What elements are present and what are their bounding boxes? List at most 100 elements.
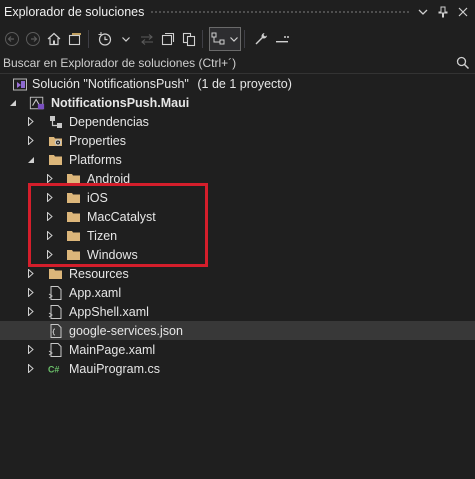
- home-icon: [47, 32, 61, 46]
- chevron-down-icon: [122, 36, 130, 42]
- close-button[interactable]: [455, 4, 471, 20]
- forward-button[interactable]: [24, 28, 42, 50]
- tree-item-label: MacCatalyst: [87, 209, 156, 224]
- toolbar: [0, 25, 475, 53]
- tree-row-android[interactable]: Android: [0, 169, 475, 188]
- show-all-files-button[interactable]: [180, 28, 198, 50]
- search-icon: [456, 56, 470, 70]
- tree-item-label: Resources: [69, 266, 129, 281]
- expand-arrow-collapsed-icon[interactable]: [26, 307, 36, 317]
- tree-row-solution[interactable]: Solución "NotificationsPush" (1 de 1 pro…: [0, 74, 475, 93]
- expand-arrow-collapsed-icon[interactable]: [26, 269, 36, 279]
- tree-item-label: google-services.json: [69, 323, 183, 338]
- search-input[interactable]: [0, 53, 453, 73]
- properties-button[interactable]: [252, 28, 270, 50]
- more-options-button[interactable]: [273, 28, 291, 50]
- expand-arrow-collapsed-icon[interactable]: [45, 250, 55, 260]
- xaml-file-icon: [48, 304, 64, 320]
- tree-row-platforms[interactable]: Platforms: [0, 150, 475, 169]
- tree-row-windows[interactable]: Windows: [0, 245, 475, 264]
- folder-icon: [66, 228, 82, 244]
- switch-views-button[interactable]: [66, 28, 84, 50]
- folder-icon: [66, 247, 82, 263]
- tree-row-appshell-xaml[interactable]: AppShell.xaml: [0, 302, 475, 321]
- tree-row-properties[interactable]: Properties: [0, 131, 475, 150]
- expand-arrow-collapsed-icon[interactable]: [26, 364, 36, 374]
- tree-item-label: Dependencias: [69, 114, 149, 129]
- tree-row-ios[interactable]: iOS: [0, 188, 475, 207]
- clock-icon: [98, 32, 112, 46]
- tree-item-label: Properties: [69, 133, 126, 148]
- home-button[interactable]: [45, 28, 63, 50]
- tree-row-app-xaml[interactable]: App.xaml: [0, 283, 475, 302]
- tree-row-resources[interactable]: Resources: [0, 264, 475, 283]
- expand-arrow-collapsed-icon[interactable]: [45, 231, 55, 241]
- preview-selected-items-button[interactable]: [209, 27, 241, 51]
- expand-arrow-collapsed-icon[interactable]: [45, 174, 55, 184]
- expand-arrow-collapsed-icon[interactable]: [45, 212, 55, 222]
- expand-arrow-collapsed-icon[interactable]: [26, 117, 36, 127]
- expand-arrow-expanded-icon[interactable]: [8, 98, 18, 108]
- window-position-dropdown[interactable]: [415, 4, 431, 20]
- tree-item-label: AppShell.xaml: [69, 304, 149, 319]
- close-icon: [458, 7, 468, 17]
- refresh-button[interactable]: [159, 28, 177, 50]
- solution-project-count: (1 de 1 proyecto): [197, 76, 292, 91]
- xaml-file-icon: [48, 285, 64, 301]
- tree-row-maccatalyst[interactable]: MacCatalyst: [0, 207, 475, 226]
- pin-button[interactable]: [435, 4, 451, 20]
- xaml-file-icon: [48, 342, 64, 358]
- dependencies-icon: [48, 114, 64, 130]
- panel-title: Explorador de soluciones: [4, 5, 145, 19]
- visual-studio-solution-icon: [12, 76, 28, 92]
- svg-text:C#: C#: [48, 364, 59, 374]
- forward-arrow-icon: [26, 32, 40, 46]
- tree-item-label: Windows: [87, 247, 138, 262]
- solution-label: Solución "NotificationsPush" (1 de 1 pro…: [32, 77, 292, 91]
- tree-item-label: MauiProgram.cs: [69, 361, 160, 376]
- title-bar-grip[interactable]: [150, 9, 409, 15]
- tree-item-label: Android: [87, 171, 131, 186]
- tree-row-google-services-json[interactable]: google-services.json: [0, 321, 475, 340]
- filter-dropdown-button[interactable]: [117, 28, 135, 50]
- expand-arrow-collapsed-icon[interactable]: [26, 288, 36, 298]
- collapse-all-icon: [161, 32, 175, 46]
- wrench-icon: [255, 33, 267, 45]
- solution-explorer-panel: Explorador de soluciones Buscar en Explo…: [0, 0, 475, 479]
- folder-icon: [66, 171, 82, 187]
- tree-row-mainpage-xaml[interactable]: MainPage.xaml: [0, 340, 475, 359]
- chevron-down-icon: [230, 36, 238, 42]
- toolbar-separator: [202, 30, 203, 48]
- solution-name: Solución "NotificationsPush": [32, 76, 189, 91]
- back-arrow-icon: [5, 32, 19, 46]
- search-box: [0, 53, 475, 74]
- switch-views-icon: [68, 33, 81, 46]
- expand-arrow-collapsed-icon[interactable]: [45, 193, 55, 203]
- sync-with-active-document-button[interactable]: [138, 28, 156, 50]
- solution-tree: Solución "NotificationsPush" (1 de 1 pro…: [0, 74, 475, 378]
- tree-row-tizen[interactable]: Tizen: [0, 226, 475, 245]
- folder-icon: [66, 190, 82, 206]
- tree-row-project[interactable]: NotificationsPush.Maui: [0, 93, 475, 112]
- folder-icon: [66, 209, 82, 225]
- expand-arrow-expanded-icon[interactable]: [26, 155, 36, 165]
- tree-row-dependencias[interactable]: Dependencias: [0, 112, 475, 131]
- expand-arrow-collapsed-icon[interactable]: [26, 345, 36, 355]
- toolbar-separator: [244, 30, 245, 48]
- json-file-icon: [48, 323, 64, 339]
- tree-view-icon: [211, 32, 225, 45]
- chevron-down-icon: [418, 9, 428, 15]
- search-button[interactable]: [453, 54, 473, 72]
- sync-arrows-icon: [141, 34, 153, 45]
- tree-item-label: Platforms: [69, 152, 122, 167]
- pin-icon: [438, 6, 448, 18]
- back-button[interactable]: [3, 28, 21, 50]
- properties-icon: [48, 133, 64, 149]
- csharp-file-icon: C#: [48, 361, 64, 377]
- project-label: NotificationsPush.Maui: [51, 95, 190, 110]
- show-all-files-icon: [182, 32, 196, 47]
- tree-item-label: Tizen: [87, 228, 118, 243]
- pending-changes-filter-button[interactable]: [96, 28, 114, 50]
- tree-row-mauiprogram-cs[interactable]: C# MauiProgram.cs: [0, 359, 475, 378]
- expand-arrow-collapsed-icon[interactable]: [26, 136, 36, 146]
